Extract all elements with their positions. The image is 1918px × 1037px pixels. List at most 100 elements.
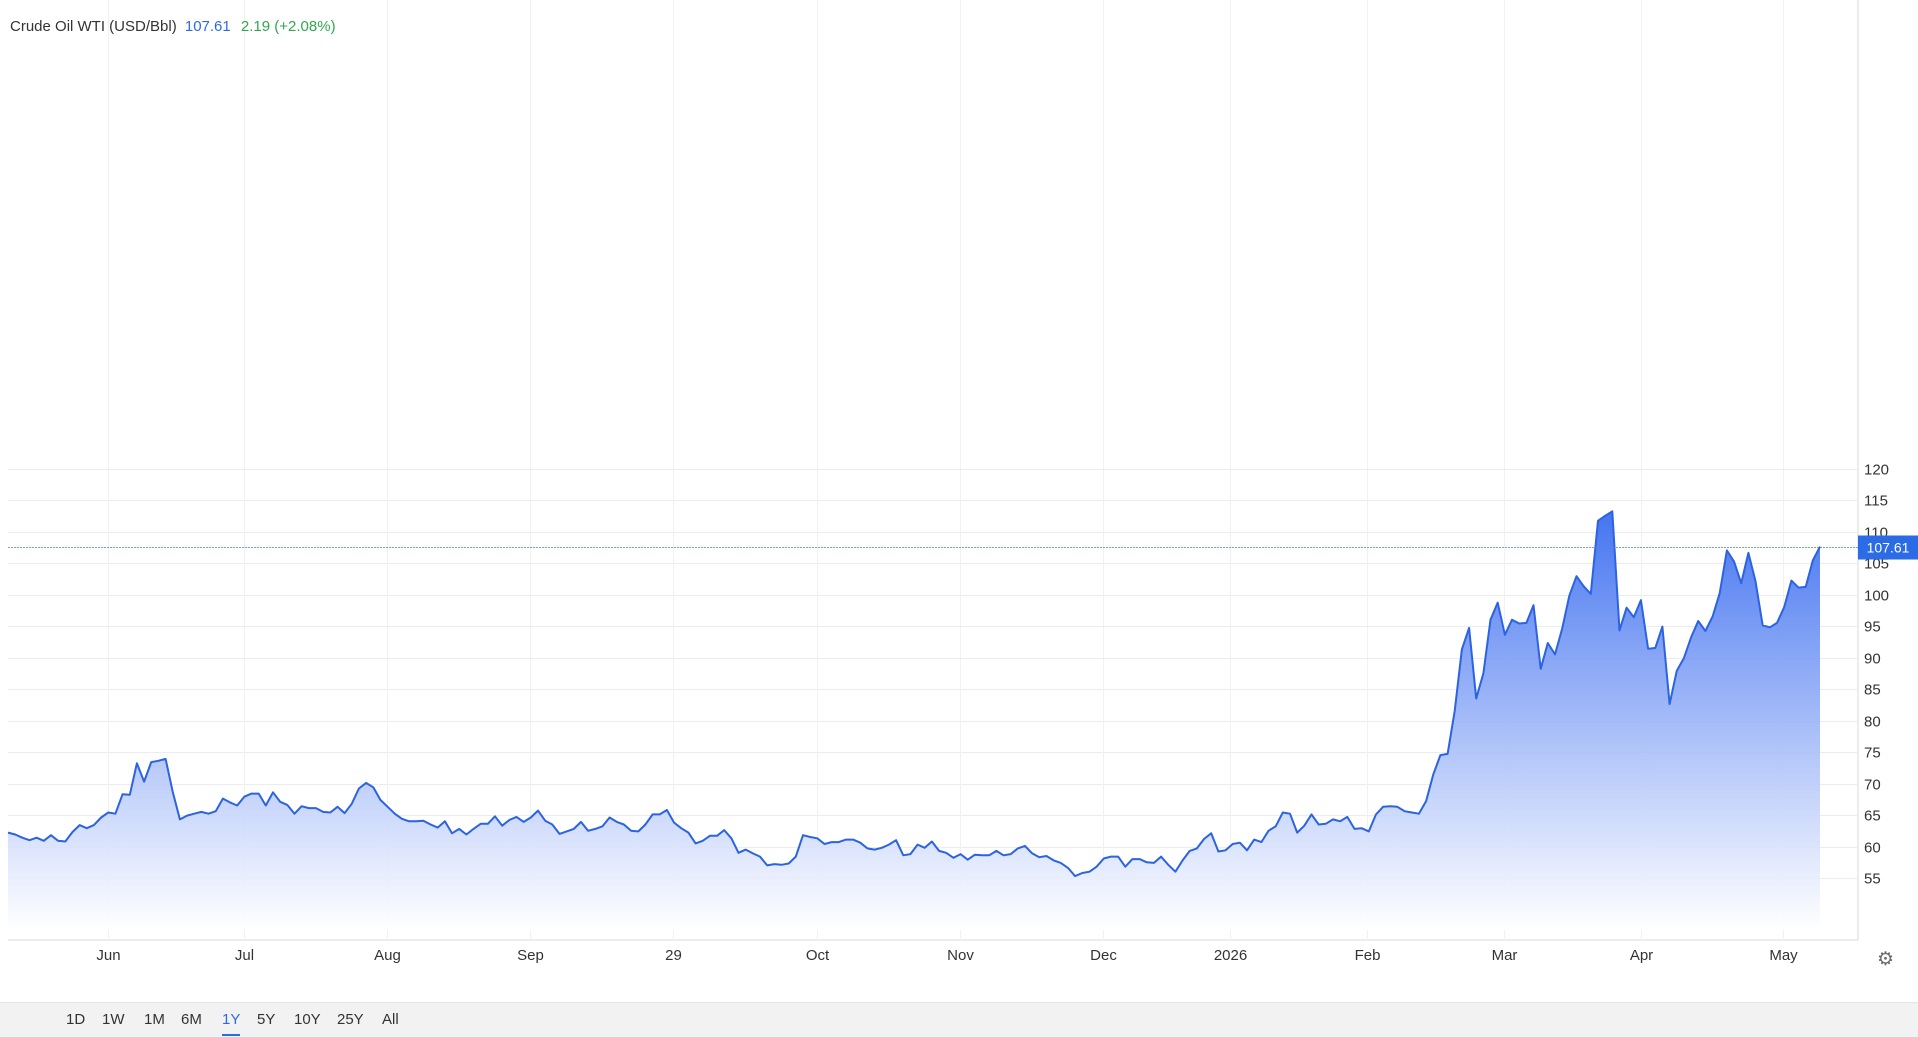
data-point	[215, 810, 217, 812]
price-chart[interactable]: 556065707580859095100105110115120Jun Jul A…	[0, 0, 1918, 1000]
data-point	[472, 828, 474, 830]
data-point	[1611, 510, 1613, 512]
data-point	[644, 823, 646, 825]
data-point	[515, 816, 517, 818]
data-point	[1661, 625, 1663, 627]
data-point	[236, 804, 238, 806]
data-point	[788, 862, 790, 864]
data-point	[1697, 620, 1699, 622]
data-point	[243, 796, 245, 798]
data-point	[623, 823, 625, 825]
data-point	[1253, 838, 1255, 840]
data-point	[1511, 619, 1513, 621]
data-point	[14, 833, 16, 835]
data-point	[1224, 849, 1226, 851]
data-point	[1275, 825, 1277, 827]
data-point	[1267, 830, 1269, 832]
chart-title: Crude Oil WTI (USD/Bbl) 107.61 2.19 (+2.…	[10, 18, 336, 35]
x-tick-label: Jun	[96, 947, 120, 964]
data-point	[1668, 703, 1670, 705]
data-point	[823, 843, 825, 845]
data-point	[343, 812, 345, 814]
data-point	[1497, 602, 1499, 604]
last-price: 107.61	[184, 18, 231, 35]
range-button-10y[interactable]: 10Y	[294, 1012, 321, 1034]
data-point	[86, 827, 88, 829]
data-point	[429, 823, 431, 825]
data-point	[408, 820, 410, 822]
data-point	[795, 855, 797, 857]
data-point	[780, 864, 782, 866]
data-point	[258, 792, 260, 794]
data-point	[931, 840, 933, 842]
data-point	[1812, 559, 1814, 561]
data-point	[745, 848, 747, 850]
data-point	[902, 854, 904, 856]
data-point	[873, 848, 875, 850]
data-point	[308, 807, 310, 809]
range-button-1y[interactable]: 1Y	[222, 1012, 241, 1036]
data-point	[1618, 629, 1620, 631]
y-tick-label: 85	[1864, 682, 1881, 699]
data-point	[157, 760, 159, 762]
data-point	[1060, 862, 1062, 864]
range-button-5y[interactable]: 5Y	[257, 1012, 275, 1034]
data-point	[458, 828, 460, 830]
data-point	[1153, 862, 1155, 864]
data-point	[881, 847, 883, 849]
data-point	[1196, 847, 1198, 849]
data-point	[530, 816, 532, 818]
data-point	[737, 852, 739, 854]
data-point	[415, 820, 417, 822]
data-point	[938, 850, 940, 852]
y-tick-label: 75	[1864, 745, 1881, 762]
data-point	[179, 818, 181, 820]
data-point	[594, 828, 596, 830]
data-point	[694, 842, 696, 844]
data-point	[959, 853, 961, 855]
data-point	[1146, 861, 1148, 863]
data-point	[1518, 622, 1520, 624]
data-point	[422, 820, 424, 822]
data-point	[601, 825, 603, 827]
data-point	[279, 801, 281, 803]
x-tick-label: Dec	[1090, 947, 1117, 964]
data-point	[437, 826, 439, 828]
range-button-1w[interactable]: 1W	[102, 1012, 125, 1034]
data-point	[1396, 806, 1398, 808]
data-point	[1124, 866, 1126, 868]
range-button-25y[interactable]: 25Y	[337, 1012, 364, 1034]
data-point	[1339, 820, 1341, 822]
data-point	[1318, 823, 1320, 825]
gear-icon[interactable]: ⚙	[1877, 950, 1894, 970]
data-point	[1210, 832, 1212, 834]
range-button-all[interactable]: All	[382, 1012, 399, 1034]
x-tick-label: Oct	[806, 947, 830, 964]
data-point	[1332, 818, 1334, 820]
data-point	[1604, 515, 1606, 517]
data-point	[1217, 850, 1219, 852]
data-point	[7, 831, 9, 833]
data-point	[1461, 648, 1463, 650]
x-tick-label: Nov	[947, 947, 974, 964]
x-tick-label: 2026	[1214, 947, 1247, 964]
data-point	[1368, 830, 1370, 832]
y-tick-label: 115	[1864, 493, 1888, 510]
data-point	[1389, 805, 1391, 807]
data-point	[1597, 520, 1599, 522]
data-point	[1575, 575, 1577, 577]
data-point	[752, 852, 754, 854]
data-point	[1403, 810, 1405, 812]
data-point	[702, 840, 704, 842]
data-point	[1131, 858, 1133, 860]
data-point	[64, 840, 66, 842]
data-point	[852, 838, 854, 840]
range-button-6m[interactable]: 6M	[181, 1012, 202, 1034]
range-button-1m[interactable]: 1M	[144, 1012, 165, 1034]
range-button-1d[interactable]: 1D	[66, 1012, 85, 1034]
data-point	[1310, 813, 1312, 815]
data-point	[351, 803, 353, 805]
data-point	[1174, 871, 1176, 873]
data-point	[1625, 607, 1627, 609]
x-tick-label: 29	[665, 947, 682, 964]
